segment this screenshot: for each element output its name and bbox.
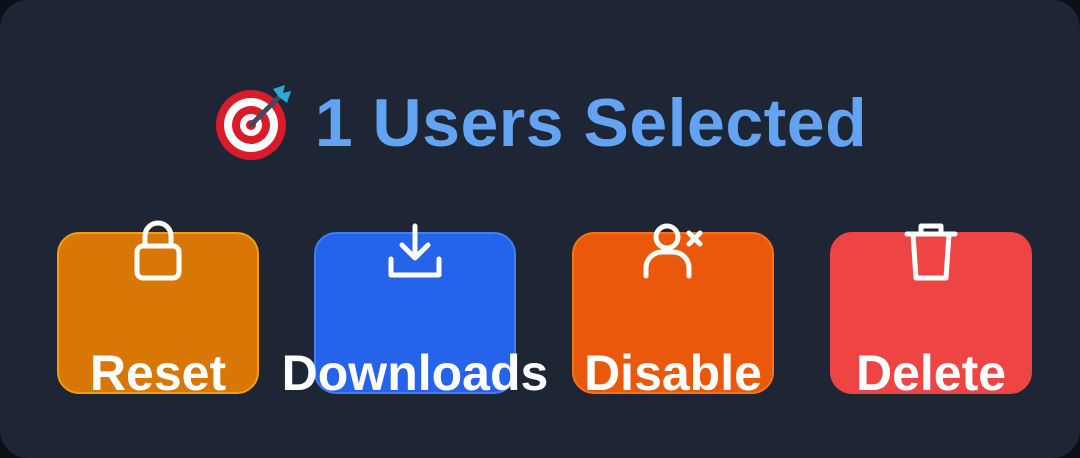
delete-button[interactable]: Delete [830, 223, 1032, 401]
delete-label: Delete [855, 345, 1007, 401]
user-x-icon [637, 216, 709, 288]
downloads-button[interactable]: Downloads [282, 223, 548, 401]
action-buttons: Reset Downloads Disable Delete [0, 0, 1080, 458]
trash-icon [895, 216, 967, 288]
reset-label: Reset [89, 345, 227, 401]
reset-button[interactable]: Reset [57, 220, 259, 401]
disable-button[interactable]: Disable [572, 223, 774, 401]
download-icon [379, 216, 451, 288]
lock-icon [122, 216, 194, 288]
downloads-label: Downloads [281, 345, 549, 401]
bulk-action-panel: 1 Users Selected Reset Downloads Disable… [0, 0, 1080, 458]
disable-label: Disable [584, 345, 762, 401]
